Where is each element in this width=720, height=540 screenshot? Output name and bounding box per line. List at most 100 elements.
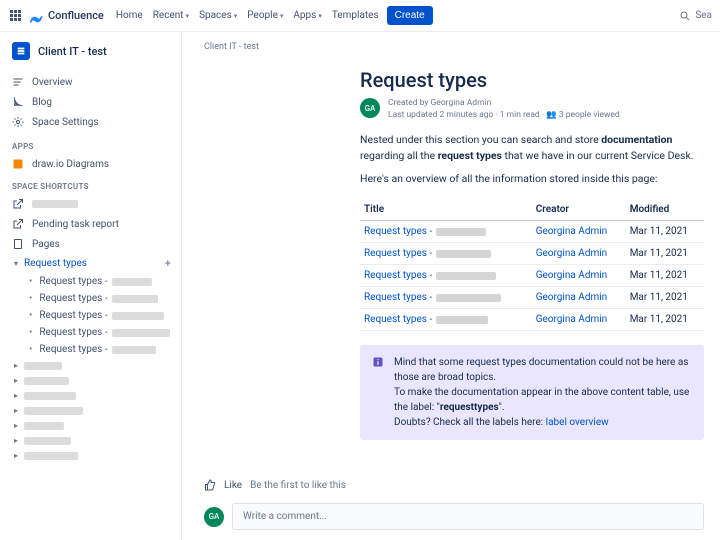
table-header: Creator (532, 199, 626, 221)
table-row: Request types - Georgina AdminMar 11, 20… (360, 221, 704, 243)
sidebar-label: Space Settings (32, 117, 99, 128)
sidebar-item-pages[interactable]: Pages (0, 234, 181, 254)
like-icon[interactable] (204, 479, 216, 491)
gear-icon (12, 116, 24, 128)
tree-child[interactable]: •Request types - (26, 307, 181, 324)
byline: GA Created by Georgina Admin Last update… (360, 98, 704, 122)
page-title: Request types (360, 68, 704, 92)
row-title-link[interactable]: Request types - (364, 248, 432, 259)
label-overview-link[interactable]: label overview (546, 417, 609, 428)
redacted-text (436, 272, 496, 280)
like-button[interactable]: Like (224, 480, 242, 491)
chevron-down-icon: ▾ (234, 12, 238, 20)
redacted-text (24, 437, 71, 445)
row-creator-link[interactable]: Georgina Admin (536, 248, 608, 259)
sidebar-section-shortcuts: Space Shortcuts (0, 174, 181, 194)
sidebar-shortcut-1[interactable]: Pending task report (0, 214, 181, 234)
overview-line: Here's an overview of all the informatio… (360, 171, 704, 187)
product-logo[interactable]: Confluence (30, 9, 104, 23)
row-title-link[interactable]: Request types - (364, 314, 432, 325)
row-creator-link[interactable]: Georgina Admin (536, 270, 608, 281)
tree-child[interactable]: •Request types - (26, 290, 181, 307)
nav-item-apps[interactable]: Apps▾ (293, 10, 321, 21)
chevron-right-icon[interactable]: ▸ (12, 421, 20, 430)
row-title-link[interactable]: Request types - (364, 270, 432, 281)
app-switcher-icon[interactable] (8, 9, 22, 23)
chevron-right-icon[interactable]: ▸ (12, 391, 20, 400)
chevron-right-icon[interactable]: ▸ (12, 436, 20, 445)
redacted-text (24, 392, 76, 400)
byline-meta: Last updated 2 minutes ago · 1 min read … (388, 110, 620, 122)
row-title-link[interactable]: Request types - (364, 292, 432, 303)
search-box[interactable]: Sea (679, 10, 712, 22)
table-header: Modified (626, 199, 704, 221)
sidebar-item-settings[interactable]: Space Settings (0, 112, 181, 132)
row-modified: Mar 11, 2021 (626, 287, 704, 309)
redacted-text (24, 362, 62, 370)
info-callout: Mind that some request types documentati… (360, 345, 704, 440)
author-avatar[interactable]: GA (360, 98, 380, 118)
redacted-text (112, 295, 158, 303)
row-creator-link[interactable]: Georgina Admin (536, 226, 608, 237)
tree-sibling[interactable]: ▸ (12, 448, 181, 463)
chevron-right-icon[interactable]: ▸ (12, 406, 20, 415)
info-icon (372, 356, 384, 368)
row-modified: Mar 11, 2021 (626, 309, 704, 331)
table-header: Title (360, 199, 532, 221)
tree-child[interactable]: •Request types - (26, 324, 181, 341)
top-nav: Confluence Home Recent▾ Spaces▾ People▾ Apps… (0, 0, 720, 32)
redacted-text (24, 377, 69, 385)
overview-icon (12, 76, 24, 88)
sidebar-item-overview[interactable]: Overview (0, 72, 181, 92)
tree-sibling[interactable]: ▸ (12, 358, 181, 373)
like-row: Like Be the first to like this (204, 473, 704, 497)
nav-item-templates[interactable]: Templates (332, 10, 379, 21)
breadcrumb[interactable]: Client IT - test (204, 42, 704, 52)
author-link[interactable]: Georgina Admin (431, 98, 492, 108)
sidebar: Client IT - test Overview Blog Space Set… (0, 32, 182, 540)
chevron-right-icon[interactable]: ▸ (12, 451, 20, 460)
product-name: Confluence (48, 9, 104, 22)
add-child-page-icon[interactable]: + (165, 257, 171, 270)
tree-child[interactable]: •Request types - (26, 341, 181, 358)
tree-sibling[interactable]: ▸ (12, 388, 181, 403)
row-creator-link[interactable]: Georgina Admin (536, 292, 608, 303)
content-table: TitleCreatorModified Request types - Geo… (360, 199, 704, 331)
nav-item-people[interactable]: People▾ (247, 10, 283, 21)
drawio-icon (12, 158, 24, 170)
row-modified: Mar 11, 2021 (626, 243, 704, 265)
redacted-text (112, 346, 156, 354)
chevron-down-icon: ▾ (318, 12, 322, 20)
tree-sibling[interactable]: ▸ (12, 433, 181, 448)
table-row: Request types - Georgina Admin Mar 11, 20… (360, 243, 704, 265)
create-button[interactable]: Create (387, 6, 433, 25)
tree-child[interactable]: •Request types - (26, 273, 181, 290)
comment-input[interactable]: Write a comment... (232, 503, 704, 530)
redacted-text (436, 316, 488, 324)
redacted-text (112, 312, 164, 320)
tree-sibling[interactable]: ▸ (12, 418, 181, 433)
redacted-text (24, 422, 64, 430)
space-header[interactable]: Client IT - test (0, 42, 181, 70)
tree-sibling[interactable]: ▸ (12, 403, 181, 418)
page-tree: ▾ Request types + •Request types - •Requ… (0, 254, 181, 463)
tree-node-request-types[interactable]: ▾ Request types + (12, 254, 181, 273)
redacted-text (32, 200, 78, 208)
nav-items: Home Recent▾ Spaces▾ People▾ Apps▾ Templates (116, 10, 379, 21)
sidebar-label: Pages (32, 239, 60, 250)
nav-item-recent[interactable]: Recent▾ (153, 10, 189, 21)
tree-sibling[interactable]: ▸ (12, 373, 181, 388)
chevron-down-icon[interactable]: ▾ (12, 259, 20, 268)
row-title-link[interactable]: Request types - (364, 226, 432, 237)
chevron-right-icon[interactable]: ▸ (12, 361, 20, 370)
nav-item-home[interactable]: Home (116, 10, 143, 21)
nav-item-spaces[interactable]: Spaces▾ (199, 10, 237, 21)
chevron-down-icon: ▾ (280, 12, 284, 20)
sidebar-item-blog[interactable]: Blog (0, 92, 181, 112)
blog-icon (12, 96, 24, 108)
chevron-right-icon[interactable]: ▸ (12, 376, 20, 385)
sidebar-item-drawio[interactable]: draw.io Diagrams (0, 154, 181, 174)
sidebar-shortcut-0[interactable] (0, 194, 181, 214)
confluence-icon (30, 9, 44, 23)
row-creator-link[interactable]: Georgina Admin (536, 314, 608, 325)
